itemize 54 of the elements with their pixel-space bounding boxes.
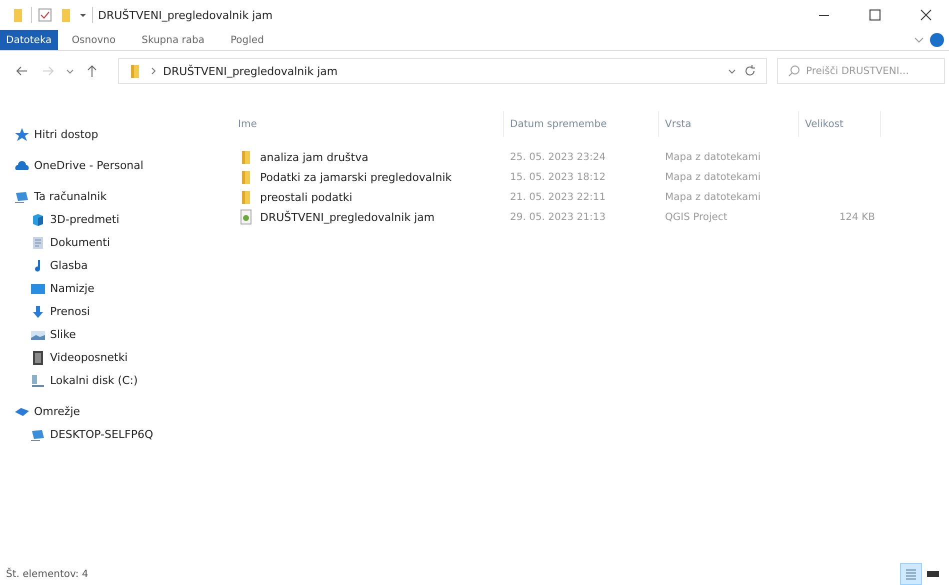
search-field[interactable]: Preišči DRUŠTVENI... (777, 58, 945, 84)
document-icon (30, 234, 46, 250)
chevron-down-icon[interactable] (728, 67, 736, 75)
properties-icon[interactable] (37, 7, 53, 23)
close-icon (918, 7, 934, 23)
sidebar-item[interactable]: DESKTOP-SELFP6Q (30, 426, 154, 442)
sidebar-item[interactable]: 3D-predmeti (30, 212, 120, 228)
table-cell-text: 29. 05. 2023 21:13 (509, 212, 607, 222)
sidebar-item[interactable]: Omrežje (14, 404, 80, 420)
sidebar-item[interactable]: Ta računalnik (14, 188, 107, 204)
column-header[interactable]: Ime (232, 111, 504, 137)
table-cell-text: 15. 05. 2023 18:12 (509, 172, 607, 182)
sidebar-item[interactable]: Dokumenti (30, 234, 110, 250)
address-field[interactable]: DRUŠTVENI_pregledovalnik jam (118, 58, 767, 84)
minimize-icon (819, 14, 829, 16)
qgis-file-icon (238, 209, 254, 225)
column-header[interactable]: Vrsta (659, 111, 799, 137)
sidebar-item[interactable]: Videoposnetki (30, 350, 128, 366)
file-name[interactable]: preostali podatki (260, 190, 352, 204)
sidebar-item[interactable]: Glasba (30, 258, 88, 274)
table-cell-text: 124 KB (838, 212, 876, 222)
file-name[interactable]: DRUŠTVENI_pregledovalnik jam (260, 210, 435, 224)
table-cell-text: Mapa z datotekami (664, 152, 762, 162)
item-count: Št. elementov: 4 (6, 568, 88, 580)
sidebar-item[interactable]: Namizje (30, 280, 94, 296)
table-cell-text: QGIS Project (664, 212, 728, 222)
sidebar-item[interactable]: OneDrive - Personal (14, 158, 144, 174)
table-cell-text: 21. 05. 2023 22:11 (509, 192, 607, 202)
search-icon (786, 63, 802, 79)
download-arrow-icon (30, 304, 46, 320)
ribbon-tab[interactable]: Skupna raba (130, 30, 216, 50)
sidebar-item[interactable]: Prenosi (30, 304, 90, 320)
drive-icon (30, 372, 46, 388)
chevron-down-icon[interactable] (66, 67, 74, 75)
table-cell-text: Mapa z datotekami (664, 192, 762, 202)
sidebar-item[interactable]: Lokalni disk (C:) (30, 372, 138, 388)
dropdown-icon[interactable] (79, 11, 87, 19)
table-cell-text: Mapa z datotekami (664, 172, 762, 182)
details-view-button[interactable] (901, 564, 921, 584)
chevron-right-icon (149, 67, 157, 75)
ribbon-tab[interactable]: Osnovno (60, 30, 128, 50)
cube-icon (30, 212, 46, 228)
sidebar-item[interactable]: Hitri dostop (14, 126, 98, 142)
file-name[interactable]: analiza jam društva (260, 150, 368, 164)
ribbon-tab[interactable]: Pogled (218, 30, 276, 50)
maximize-icon (867, 7, 883, 23)
table-cell-text: 25. 05. 2023 23:24 (509, 152, 607, 162)
column-header[interactable]: Velikost (799, 111, 881, 137)
file-name[interactable]: Podatki za jamarski pregledovalnik (260, 170, 452, 184)
star-icon (14, 126, 30, 142)
film-icon (30, 350, 46, 366)
sidebar-item[interactable]: Slike (30, 326, 76, 342)
column-header[interactable]: Datum spremembe (504, 111, 659, 137)
window-title: DRUŠTVENI_pregledovalnik jam (98, 8, 273, 22)
